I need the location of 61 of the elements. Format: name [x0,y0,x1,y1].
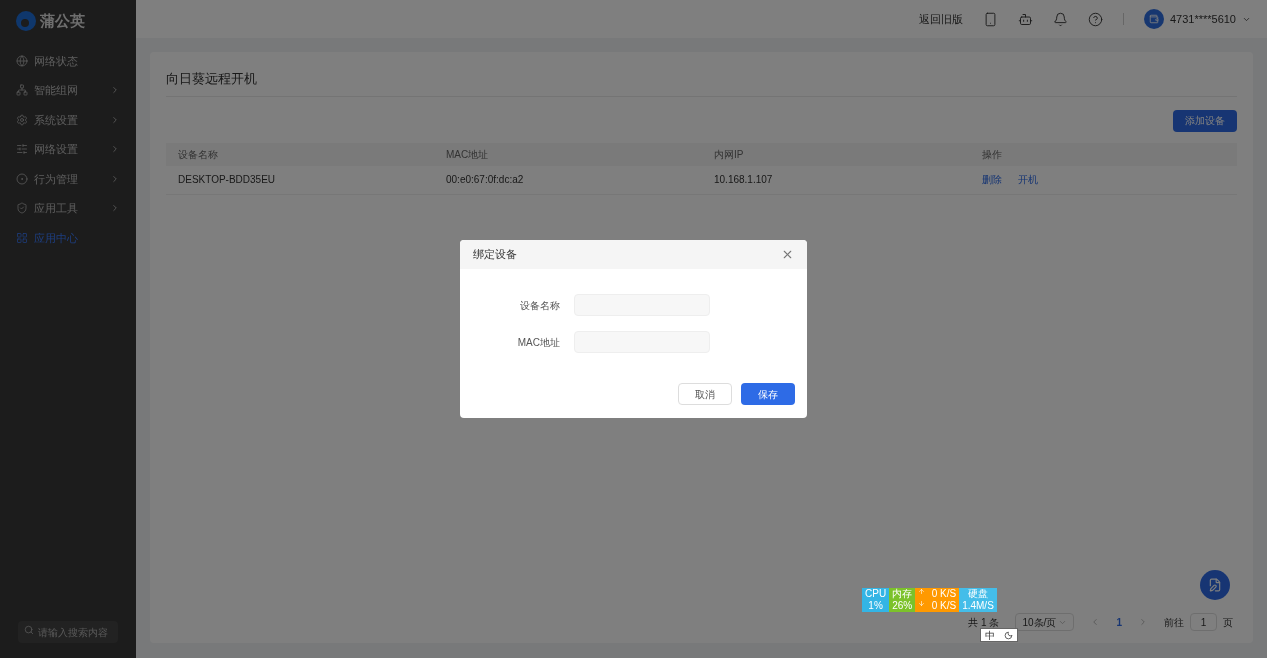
column-header: 设备名称 [178,147,219,162]
dialog-title: 绑定设备 [473,247,517,263]
table-cell-text: 00:e0:67:0f:dc:a2 [446,173,525,187]
total-count: 共 1 条 [968,615,1000,630]
monitor-reading: 0 K/S [931,600,957,612]
avatar-icon [1143,9,1164,29]
sidebar-item[interactable]: 网络状态 [0,46,136,76]
upload-icon [918,588,926,595]
bell-icon[interactable] [1052,11,1068,27]
grid-icon [16,231,28,244]
monitor-reading: 0 K/S [931,588,957,600]
page-number[interactable]: 1 [1116,614,1122,630]
goto-input[interactable]: 1 [1190,613,1217,631]
table-cell-text: 10.168.1.107 [714,173,774,187]
circle-icon [16,172,28,185]
table-cell-text: DESKTOP-BDD35EU [178,173,277,187]
field-label: MAC地址 [516,335,560,350]
ime-toolbar[interactable]: 中 [980,628,1018,642]
add-device-button[interactable]: 添加设备 [1173,109,1237,132]
monitor-label: 内存 [892,588,913,600]
chevron-icon [110,144,120,155]
edit-icon [1208,578,1222,592]
moon-icon [1003,630,1013,640]
sidebar-item[interactable]: 智能组网 [0,75,136,105]
network-icon [16,84,28,97]
column-header: 内网IP [714,147,745,162]
monitor-reading: 1.4M/S [962,600,994,612]
close-icon[interactable] [781,248,794,261]
cancel-button[interactable]: 取消 [678,383,732,405]
sidebar-item[interactable]: 应用中心 [0,223,136,253]
chevron-icon [110,173,120,184]
page-title: 向日葵远程开机 [166,52,1237,97]
logo-icon [16,11,36,31]
sliders-icon [16,143,28,156]
chevron-icon [110,85,120,96]
sidebar-item[interactable]: 系统设置 [0,105,136,135]
globe-icon [16,54,28,67]
goto-label: 前往 [1164,615,1184,630]
sidebar-item[interactable]: 网络设置 [0,134,136,164]
shield-icon [16,202,28,215]
brand-name: 蒲公英 [40,10,85,31]
search-icon [24,624,34,635]
monitor-reading: 26% [892,600,913,612]
download-icon [918,600,926,607]
action-link[interactable]: 开机 [1018,172,1038,187]
monitor-label: 硬盘 [968,588,988,600]
column-header: 操作 [982,147,1003,162]
gear-icon [16,113,28,126]
monitor-label: CPU [865,588,887,600]
account-menu[interactable]: 4731****5610 [1143,9,1251,29]
help-icon[interactable] [1087,11,1103,27]
old-version-link[interactable]: 返回旧版 [918,10,963,28]
chevron-icon [110,114,120,125]
save-button[interactable]: 保存 [741,383,795,405]
robot-icon[interactable] [1017,11,1033,27]
phone-icon[interactable] [982,11,998,27]
field-label: 设备名称 [519,298,560,313]
action-link[interactable]: 删除 [982,172,1002,187]
monitor-reading: 1% [868,600,883,612]
chevron-icon [110,203,120,214]
goto-suffix: 页 [1223,615,1233,630]
